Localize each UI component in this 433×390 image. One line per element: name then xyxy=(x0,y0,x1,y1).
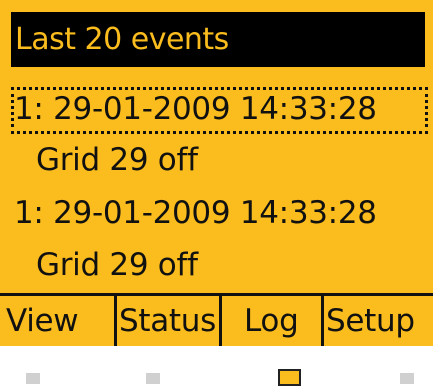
event-timestamp[interactable]: 1: 29-01-2009 14:33:28 xyxy=(14,89,377,129)
event-timestamp[interactable]: 1: 29-01-2009 14:33:28 xyxy=(14,193,377,233)
lcd-display: Last 20 events 1: 29-01-2009 14:33:28 Gr… xyxy=(0,0,433,346)
event-description: Grid 29 off xyxy=(36,247,198,283)
page-dot[interactable] xyxy=(400,373,414,384)
event-description: Grid 29 off xyxy=(36,142,198,178)
screen-title: Last 20 events xyxy=(11,12,425,67)
page-dot[interactable] xyxy=(26,373,40,384)
softkey-status[interactable]: Status xyxy=(119,296,216,346)
softkey-separator xyxy=(219,296,222,346)
softkey-bar: View Status Log Setup xyxy=(0,293,433,346)
softkey-separator xyxy=(114,296,117,346)
page-dot[interactable] xyxy=(146,373,160,384)
softkey-setup[interactable]: Setup xyxy=(326,296,415,346)
softkey-log[interactable]: Log xyxy=(244,296,299,346)
page-indicator xyxy=(0,346,433,390)
page-dot-active[interactable] xyxy=(278,369,301,386)
softkey-view[interactable]: View xyxy=(6,296,79,346)
softkey-separator xyxy=(321,296,324,346)
